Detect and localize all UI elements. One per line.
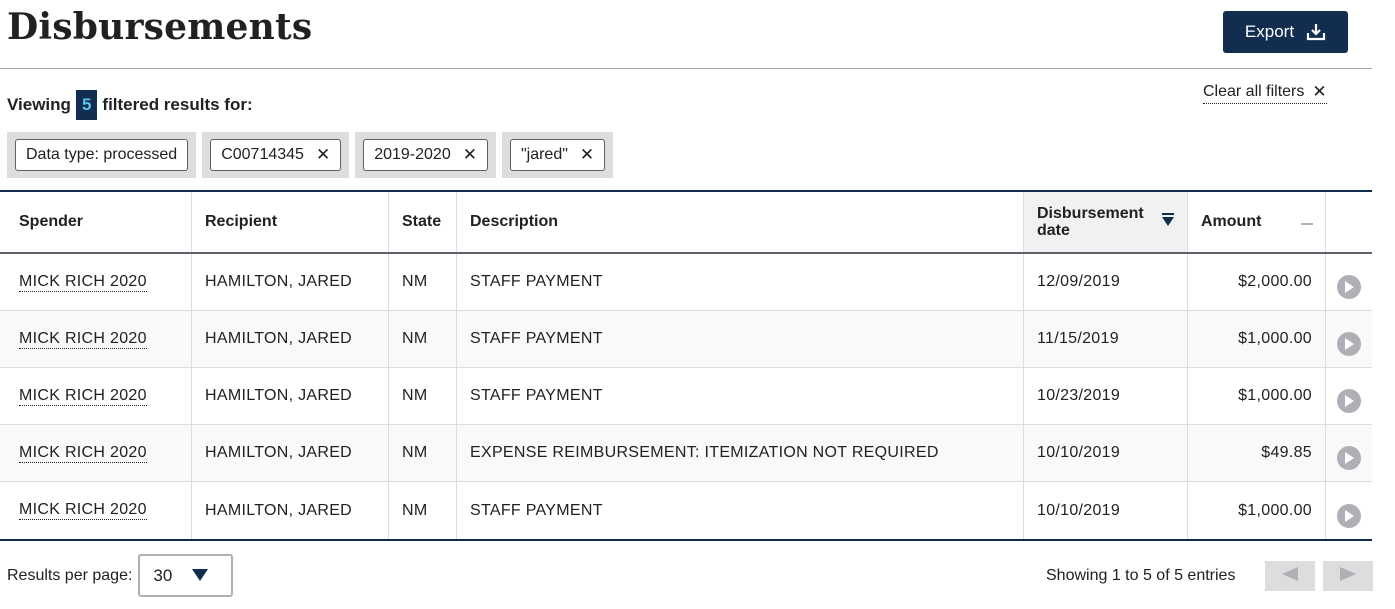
state-cell: NM — [389, 254, 457, 310]
filter-tag-committee: C00714345 ✕ — [210, 139, 342, 171]
state-cell: NM — [389, 311, 457, 367]
disbursements-table: Spender Recipient State Description Disb… — [0, 190, 1372, 541]
spender-link[interactable]: MICK RICH 2020 — [0, 482, 192, 539]
description-cell: STAFF PAYMENT — [457, 368, 1024, 424]
date-cell: 11/15/2019 — [1024, 311, 1188, 367]
filter-tag-cycle: 2019-2020 ✕ — [363, 139, 488, 171]
amount-cell: $2,000.00 — [1188, 254, 1326, 310]
filter-tag-label: "jared" — [520, 146, 568, 163]
spender-link[interactable]: MICK RICH 2020 — [0, 311, 192, 367]
column-header-disbursement-date[interactable]: Disbursement date — [1024, 192, 1188, 252]
description-cell: EXPENSE REIMBURSEMENT: ITEMIZATION NOT R… — [457, 425, 1024, 481]
row-actions — [1326, 425, 1372, 481]
description-cell: STAFF PAYMENT — [457, 482, 1024, 539]
clear-all-filters-button[interactable]: Clear all filters ✕ — [1203, 82, 1327, 104]
date-cell: 10/10/2019 — [1024, 425, 1188, 481]
play-icon[interactable] — [1337, 446, 1361, 470]
play-icon[interactable] — [1337, 503, 1361, 528]
results-per-page-label: Results per page: — [7, 566, 133, 584]
results-per-page-value: 30 — [153, 565, 173, 585]
description-cell: STAFF PAYMENT — [457, 311, 1024, 367]
recipient-cell: HAMILTON, JARED — [192, 254, 389, 310]
date-cell: 12/09/2019 — [1024, 254, 1188, 310]
recipient-cell: HAMILTON, JARED — [192, 311, 389, 367]
description-cell: STAFF PAYMENT — [457, 254, 1024, 310]
play-icon[interactable] — [1337, 275, 1361, 299]
title-divider — [0, 68, 1372, 69]
column-header-recipient[interactable]: Recipient — [192, 192, 389, 252]
play-icon[interactable] — [1337, 332, 1361, 356]
table-row[interactable]: MICK RICH 2020 HAMILTON, JARED NM STAFF … — [0, 482, 1372, 539]
filtered-results-label: filtered results for: — [102, 95, 253, 114]
table-row[interactable]: MICK RICH 2020 HAMILTON, JARED NM STAFF … — [0, 368, 1372, 425]
row-actions — [1326, 311, 1372, 367]
spender-link[interactable]: MICK RICH 2020 — [0, 368, 192, 424]
table-header: Spender Recipient State Description Disb… — [0, 192, 1372, 254]
recipient-cell: HAMILTON, JARED — [192, 425, 389, 481]
close-icon: ✕ — [1312, 82, 1327, 101]
results-per-page-select[interactable]: 30 — [138, 554, 234, 597]
recipient-cell: HAMILTON, JARED — [192, 368, 389, 424]
next-arrow-icon — [1340, 566, 1356, 586]
amount-cell: $49.85 — [1188, 425, 1326, 481]
results-summary: Viewing 5 filtered results for: — [7, 90, 253, 120]
column-header-label: Amount — [1201, 213, 1262, 230]
next-page-button[interactable] — [1323, 561, 1373, 591]
filter-tag-label: C00714345 — [221, 146, 304, 163]
table-row[interactable]: MICK RICH 2020 HAMILTON, JARED NM STAFF … — [0, 254, 1372, 311]
column-header-label: Disbursement date — [1037, 205, 1144, 239]
filter-tag-keyword: "jared" ✕ — [509, 139, 606, 171]
row-actions — [1326, 482, 1372, 539]
spender-link[interactable]: MICK RICH 2020 — [0, 254, 192, 310]
table-row[interactable]: MICK RICH 2020 HAMILTON, JARED NM EXPENS… — [0, 425, 1372, 482]
results-count-badge: 5 — [75, 90, 98, 120]
spender-link[interactable]: MICK RICH 2020 — [0, 425, 192, 481]
column-header-spender[interactable]: Spender — [0, 192, 192, 252]
download-icon — [1306, 23, 1326, 41]
filter-tag-label: 2019-2020 — [374, 146, 451, 163]
previous-page-button[interactable] — [1265, 561, 1315, 591]
export-button[interactable]: Export — [1223, 11, 1348, 53]
close-icon[interactable]: ✕ — [580, 145, 594, 165]
row-actions — [1326, 368, 1372, 424]
filter-tags: Data type: processed C00714345 ✕ 2019-20… — [7, 132, 614, 178]
sort-descending-icon — [1161, 212, 1175, 233]
filter-tag-label: Data type: processed — [26, 146, 178, 163]
play-icon[interactable] — [1337, 389, 1361, 413]
state-cell: NM — [389, 368, 457, 424]
clear-all-filters-label: Clear all filters — [1203, 83, 1305, 100]
state-cell: NM — [389, 425, 457, 481]
column-header-actions — [1326, 192, 1372, 252]
date-cell: 10/10/2019 — [1024, 482, 1188, 539]
collapse-icon[interactable] — [1301, 213, 1313, 231]
state-cell: NM — [389, 482, 457, 539]
showing-entries: Showing 1 to 5 of 5 entries — [1046, 567, 1236, 584]
recipient-cell: HAMILTON, JARED — [192, 482, 389, 539]
dropdown-arrow-icon — [192, 566, 209, 586]
column-header-description[interactable]: Description — [457, 192, 1024, 252]
results-per-page: Results per page: 30 — [7, 554, 234, 597]
row-actions — [1326, 254, 1372, 310]
close-icon[interactable]: ✕ — [316, 145, 330, 165]
prev-arrow-icon — [1282, 566, 1298, 586]
column-header-state[interactable]: State — [389, 192, 457, 252]
close-icon[interactable]: ✕ — [463, 145, 477, 165]
amount-cell: $1,000.00 — [1188, 482, 1326, 539]
date-cell: 10/23/2019 — [1024, 368, 1188, 424]
export-label: Export — [1244, 22, 1295, 41]
viewing-label: Viewing — [7, 95, 71, 114]
table-row[interactable]: MICK RICH 2020 HAMILTON, JARED NM STAFF … — [0, 311, 1372, 368]
filter-tag-data-type: Data type: processed — [15, 139, 189, 171]
page-title: Disbursements — [7, 6, 313, 48]
amount-cell: $1,000.00 — [1188, 368, 1326, 424]
amount-cell: $1,000.00 — [1188, 311, 1326, 367]
column-header-amount[interactable]: Amount — [1188, 192, 1326, 252]
